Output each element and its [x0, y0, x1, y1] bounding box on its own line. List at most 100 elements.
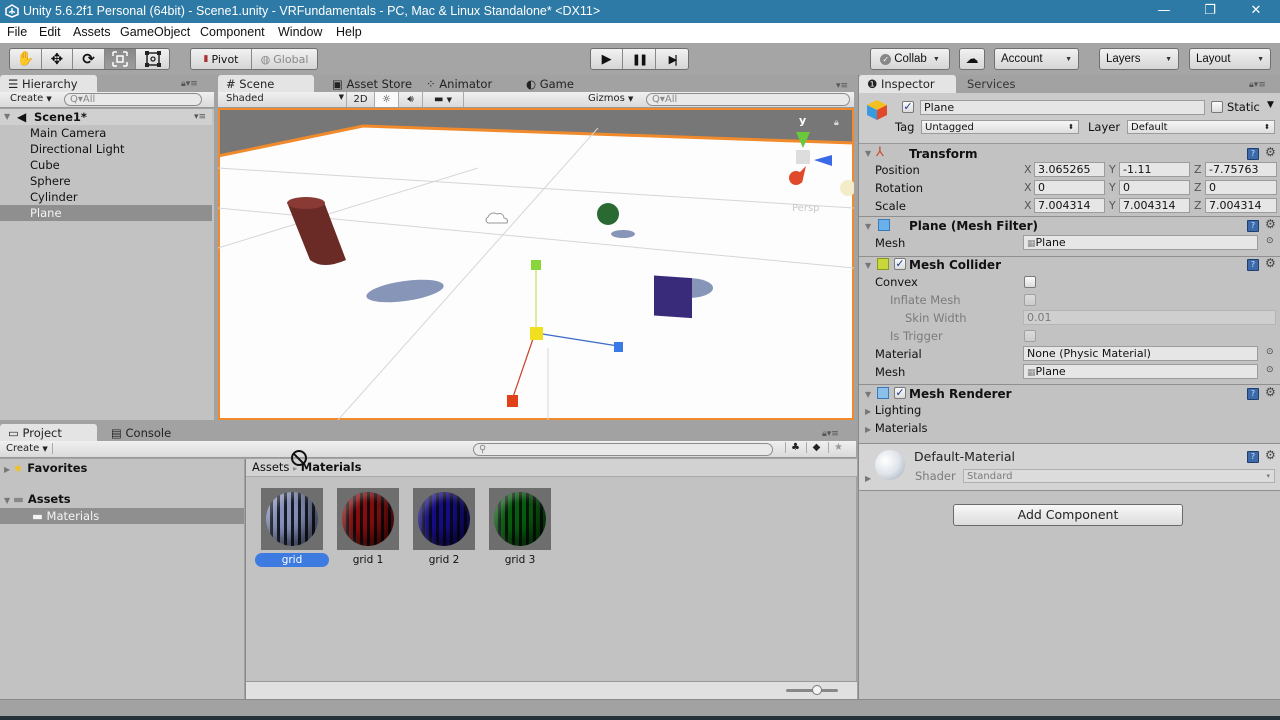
gizmos-dropdown[interactable]: Gizmos ▼ — [588, 93, 638, 104]
hierarchy-create-button[interactable]: Create ▼ — [10, 93, 52, 104]
hand-tool-button[interactable]: ✋ — [10, 49, 42, 69]
collab-dropdown[interactable]: ✓ Collab ▼ — [870, 48, 950, 70]
menu-window[interactable]: Window — [278, 25, 322, 39]
asset-label[interactable]: grid — [255, 553, 329, 567]
scene-viewport[interactable]: y 🔒︎ Persp — [218, 108, 854, 420]
hierarchy-search-input[interactable]: Q▾All — [64, 93, 202, 106]
lock-icon[interactable]: 🔒︎▾≡ — [181, 79, 198, 89]
rect-tool-button[interactable] — [136, 49, 169, 69]
slider-handle[interactable] — [812, 685, 822, 695]
scale-tool-button[interactable] — [104, 49, 137, 69]
mesh-field[interactable]: ▦Plane — [1023, 235, 1258, 250]
axis-x-label[interactable]: X — [1024, 199, 1032, 212]
breadcrumb-materials[interactable]: Materials — [301, 460, 362, 474]
axis-x-label[interactable]: X — [1024, 163, 1032, 176]
scene-menu-icon[interactable]: ▾≡ — [194, 109, 206, 125]
help-book-icon[interactable]: ? — [1247, 388, 1259, 400]
scene-search-input[interactable]: Q▾All — [646, 93, 850, 106]
transform-scale-y-field[interactable]: 7.004314 — [1119, 198, 1190, 213]
lighting-toggle[interactable]: ☼ — [374, 92, 398, 107]
scene-lock-icon[interactable]: 🔒︎ — [834, 118, 839, 128]
expand-triangle-icon[interactable]: ▼ — [4, 496, 13, 505]
asset-label[interactable]: grid 2 — [407, 553, 481, 567]
pivot-button[interactable]: ▮ Pivot — [191, 49, 253, 69]
expand-triangle-icon[interactable]: ▶ — [4, 465, 13, 474]
step-button[interactable]: ▶| — [656, 49, 688, 69]
lighting-foldout[interactable]: ▶ Lighting — [865, 403, 921, 417]
menu-gameobject[interactable]: GameObject — [120, 25, 190, 39]
hierarchy-item[interactable]: Cube — [0, 157, 212, 173]
menu-component[interactable]: Component — [200, 25, 265, 39]
expand-triangle-icon[interactable]: ▶ — [865, 474, 871, 483]
help-book-icon[interactable]: ? — [1247, 148, 1259, 160]
expand-triangle-icon[interactable]: ▼ — [4, 109, 10, 125]
active-checkbox[interactable]: ✓ — [902, 101, 914, 113]
play-button[interactable]: ▶ — [591, 49, 624, 69]
menu-help[interactable]: Help — [336, 25, 362, 39]
hierarchy-item[interactable]: Sphere — [0, 173, 212, 189]
transform-scale-x-field[interactable]: 7.004314 — [1034, 198, 1105, 213]
filter-label-button[interactable]: ◆ — [806, 442, 826, 453]
axis-y-label[interactable]: Y — [1109, 163, 1116, 176]
layout-dropdown[interactable]: Layout ▼ — [1189, 48, 1271, 70]
transform-position-y-field[interactable]: -1.11 — [1119, 162, 1190, 177]
transform-rotation-z-field[interactable]: 0 — [1205, 180, 1277, 195]
axis-z-label[interactable]: Z — [1194, 163, 1202, 176]
asset-label[interactable]: grid 3 — [483, 553, 557, 567]
favorite-button[interactable]: ★ — [828, 442, 848, 453]
object-picker-icon[interactable]: ⊙ — [1266, 365, 1274, 375]
materials-foldout[interactable]: ▶ Materials — [865, 421, 928, 435]
menu-edit[interactable]: Edit — [39, 25, 61, 39]
transform-position-z-field[interactable]: -7.75763 — [1205, 162, 1277, 177]
physic-material-field[interactable]: None (Physic Material) — [1023, 346, 1258, 361]
add-component-button[interactable]: Add Component — [953, 504, 1183, 526]
help-book-icon[interactable]: ? — [1247, 220, 1259, 232]
object-picker-icon[interactable]: ⊙ — [1266, 236, 1274, 246]
breadcrumb-assets[interactable]: Assets — [252, 460, 289, 474]
tab-asset-store[interactable]: ▣ Asset Store — [324, 75, 418, 93]
filter-type-button[interactable]: ♣ — [785, 442, 805, 453]
object-picker-icon[interactable]: ⊙ — [1266, 347, 1274, 357]
gear-icon[interactable]: ⚙ — [1265, 217, 1276, 231]
asset-thumbnail[interactable] — [261, 488, 323, 550]
layer-dropdown[interactable]: Default ⬍ — [1127, 120, 1275, 134]
transform-rotation-x-field[interactable]: 0 — [1034, 180, 1105, 195]
asset-thumbnail[interactable] — [413, 488, 475, 550]
collapse-triangle-icon[interactable]: ▼ — [865, 222, 871, 231]
shader-dropdown[interactable]: Standard ▾ — [963, 469, 1275, 483]
projection-label[interactable]: Persp — [792, 203, 820, 214]
transform-position-x-field[interactable]: 3.065265 — [1034, 162, 1105, 177]
menu-file[interactable]: File — [7, 25, 27, 39]
asset-label[interactable]: grid 1 — [331, 553, 405, 567]
minimize-button[interactable]: — — [1141, 0, 1187, 23]
gear-icon[interactable]: ⚙ — [1265, 385, 1276, 399]
project-lock-icon[interactable]: 🔒︎▾≡ — [822, 429, 839, 439]
account-dropdown[interactable]: Account ▼ — [994, 48, 1079, 70]
tab-services[interactable]: Services — [959, 75, 1039, 93]
help-book-icon[interactable]: ? — [1247, 451, 1259, 463]
pause-button[interactable]: ❚❚ — [623, 49, 656, 69]
mesh-collider-enabled-checkbox[interactable]: ✓ — [894, 258, 906, 270]
hierarchy-item[interactable]: Cylinder — [0, 189, 212, 205]
tab-scene[interactable]: # Scene — [218, 75, 314, 93]
cloud-button[interactable]: ☁ — [959, 48, 985, 70]
axis-x-label[interactable]: X — [1024, 181, 1032, 194]
scene-root-row[interactable]: ▼ ◀ Scene1* ▾≡ — [0, 109, 212, 125]
close-button[interactable]: ✕ — [1233, 0, 1279, 23]
project-create-button[interactable]: Create ▼ — [6, 443, 53, 454]
inspector-lock-icon[interactable]: 🔒︎▾≡ — [1249, 80, 1266, 90]
transform-rotation-y-field[interactable]: 0 — [1119, 180, 1190, 195]
transform-scale-z-field[interactable]: 7.004314 — [1205, 198, 1277, 213]
tab-project[interactable]: ▭ Project — [0, 424, 97, 442]
project-search-input[interactable]: ⚲ — [473, 443, 773, 456]
2d-toggle[interactable]: 2D — [346, 92, 374, 107]
collapse-triangle-icon[interactable]: ▼ — [865, 261, 871, 270]
static-dropdown-icon[interactable]: ▼ — [1267, 100, 1274, 110]
asset-thumbnail[interactable] — [489, 488, 551, 550]
layers-dropdown[interactable]: Layers ▼ — [1099, 48, 1179, 70]
static-checkbox[interactable] — [1211, 101, 1223, 113]
gear-icon[interactable]: ⚙ — [1265, 448, 1276, 462]
tab-game[interactable]: ◐ Game — [518, 75, 598, 93]
collapse-triangle-icon[interactable]: ▼ — [865, 390, 871, 399]
axis-z-label[interactable]: Z — [1194, 199, 1202, 212]
